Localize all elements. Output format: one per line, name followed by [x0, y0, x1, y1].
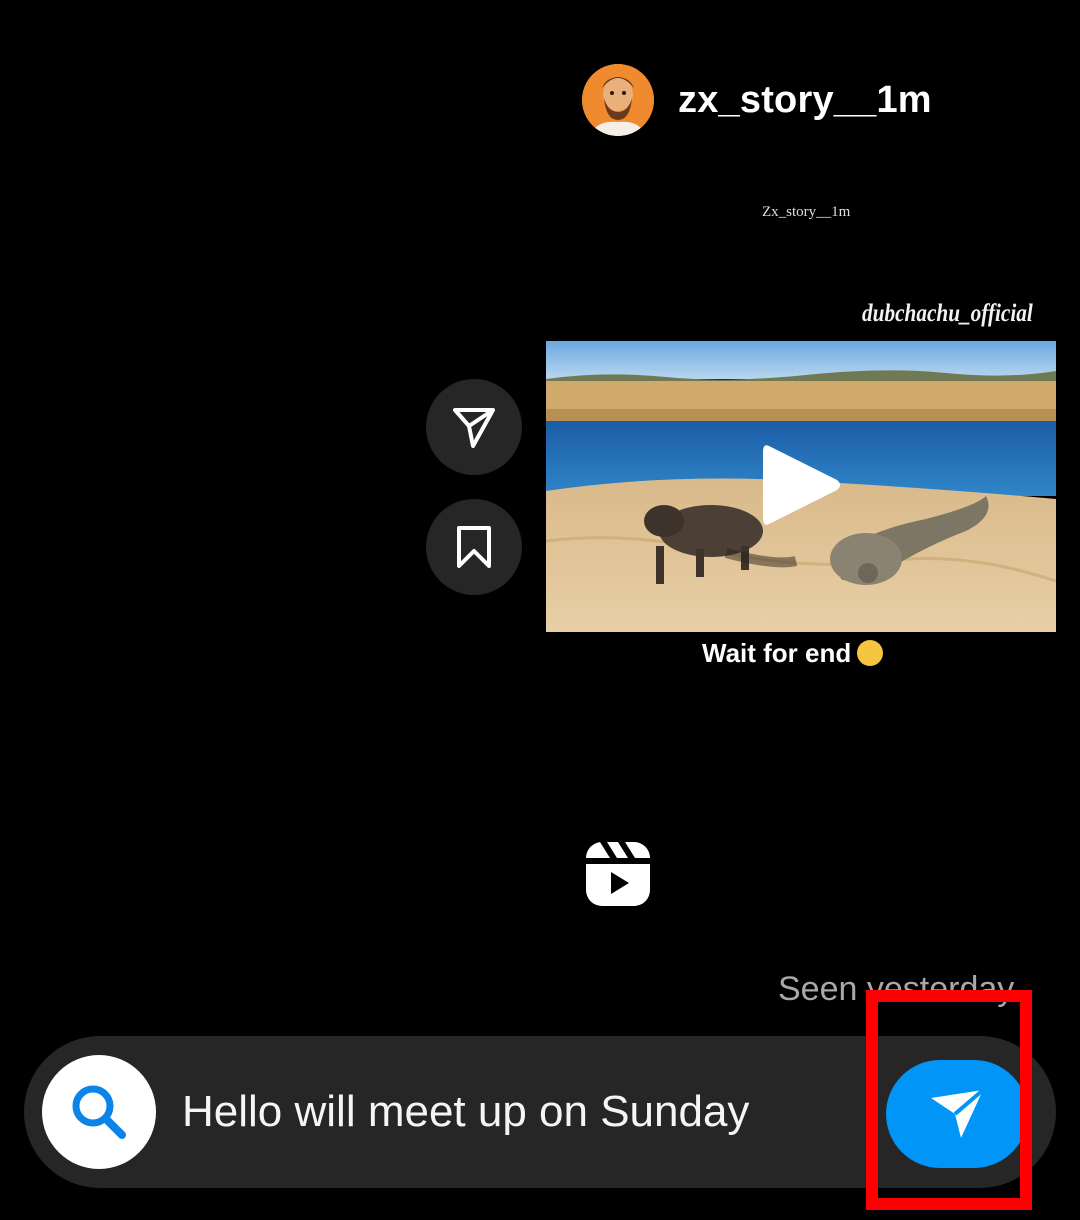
- bookmark-icon: [457, 526, 491, 568]
- post-header: zx_story__1m: [582, 64, 932, 136]
- post-username[interactable]: zx_story__1m: [678, 79, 932, 122]
- video-caption: Wait for end: [702, 638, 884, 669]
- search-button[interactable]: [42, 1055, 156, 1169]
- laughing-tears-emoji: [857, 640, 884, 666]
- play-icon[interactable]: [759, 440, 843, 530]
- message-composer: Hello will meet up on Sunday: [24, 1036, 1056, 1188]
- send-icon: [931, 1088, 985, 1138]
- send-button[interactable]: [886, 1060, 1028, 1168]
- profile-avatar[interactable]: [582, 64, 654, 136]
- save-button[interactable]: [426, 499, 522, 595]
- search-icon: [72, 1085, 126, 1139]
- reels-icon[interactable]: [584, 840, 652, 908]
- seen-status: Seen yesterday: [778, 970, 1015, 1008]
- message-input[interactable]: Hello will meet up on Sunday: [182, 1084, 862, 1144]
- paper-plane-icon: [453, 408, 495, 448]
- post-watermark: Zx_story__1m: [762, 204, 851, 220]
- channel-tag: dubchachu_official: [862, 300, 1033, 327]
- video-caption-text: Wait for end: [702, 638, 852, 668]
- share-button[interactable]: [426, 379, 522, 475]
